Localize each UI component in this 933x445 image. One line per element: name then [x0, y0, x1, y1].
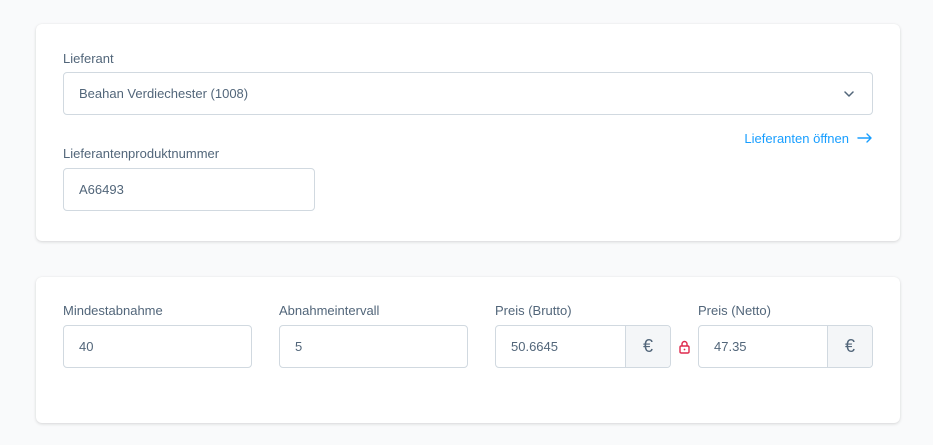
- price-net-value: 47.35: [714, 339, 747, 354]
- supplier-label: Lieferant: [63, 51, 114, 66]
- price-net-input[interactable]: 47.35 €: [698, 325, 873, 368]
- supplier-product-number-label: Lieferantenproduktnummer: [63, 146, 220, 161]
- supplier-product-number-input[interactable]: A66493: [63, 168, 315, 211]
- supplier-select-value: Beahan Verdiechester (1008): [79, 86, 249, 101]
- price-gross-input[interactable]: 50.6645 €: [495, 325, 671, 368]
- price-gross-label: Preis (Brutto): [495, 303, 572, 318]
- open-supplier-link[interactable]: Lieferanten öffnen: [744, 131, 873, 146]
- supplier-select[interactable]: Beahan Verdiechester (1008): [63, 72, 873, 115]
- purchase-steps-value: 5: [295, 339, 303, 354]
- purchase-steps-label: Abnahmeintervall: [279, 303, 380, 318]
- purchase-card: Mindestabnahme 40 Abnahmeintervall 5 Pre…: [36, 277, 900, 423]
- lock-icon[interactable]: [677, 339, 691, 355]
- price-net-label: Preis (Netto): [698, 303, 771, 318]
- currency-suffix-gross: €: [625, 326, 670, 367]
- chevron-down-icon: [844, 89, 854, 99]
- arrow-right-icon: [857, 131, 873, 146]
- price-gross-value: 50.6645: [511, 339, 558, 354]
- supplier-product-number-value: A66493: [79, 182, 124, 197]
- purchase-steps-input[interactable]: 5: [279, 325, 468, 368]
- open-supplier-link-label: Lieferanten öffnen: [744, 131, 849, 146]
- currency-suffix-net: €: [827, 326, 872, 367]
- min-purchase-label: Mindestabnahme: [63, 303, 163, 318]
- min-purchase-input[interactable]: 40: [63, 325, 252, 368]
- min-purchase-value: 40: [79, 339, 94, 354]
- supplier-card: Lieferant Beahan Verdiechester (1008) Li…: [36, 24, 900, 241]
